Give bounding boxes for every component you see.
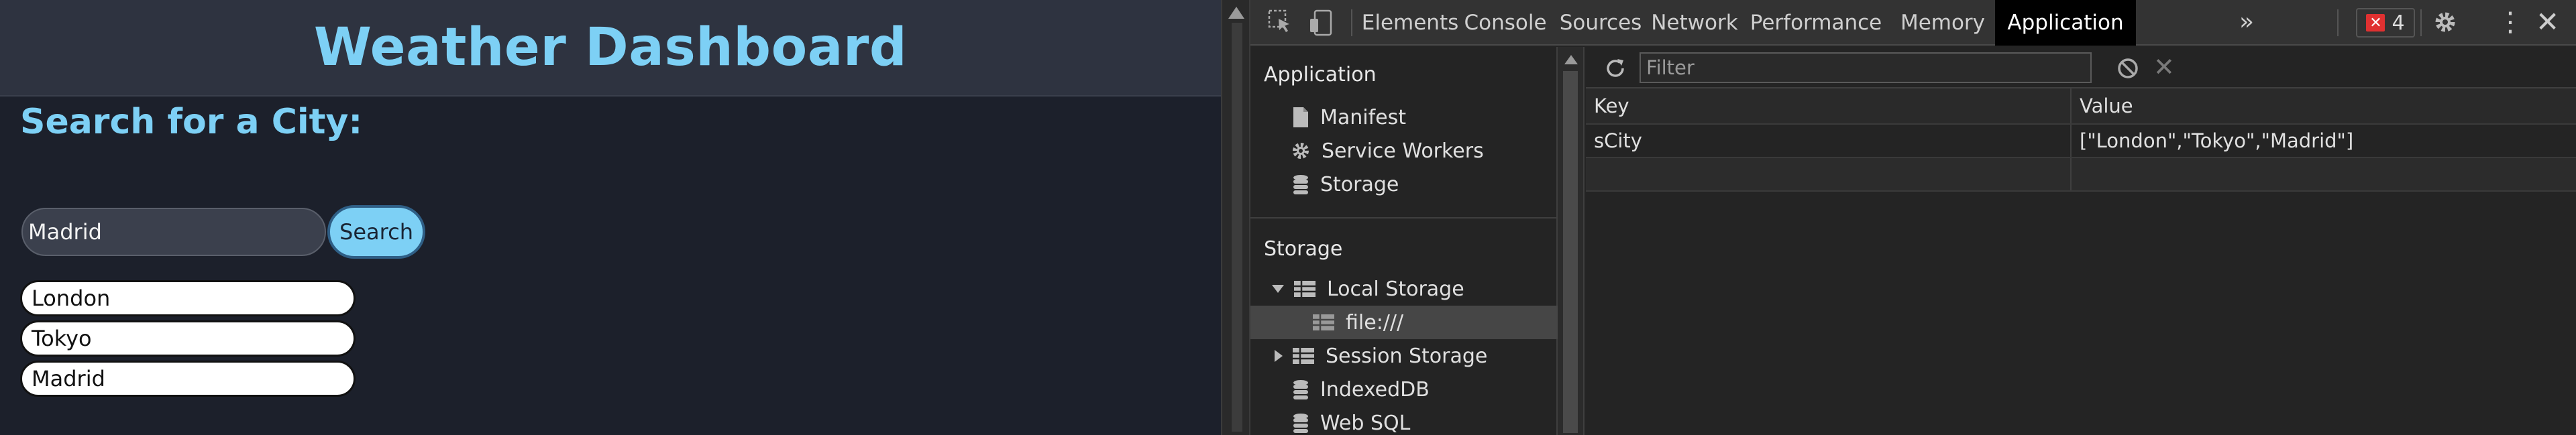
document-icon <box>1293 107 1308 127</box>
selected-row-highlight <box>1250 306 1558 339</box>
sidebar-item-label: Web SQL <box>1320 411 1411 435</box>
devtools-panel: Elements Console Sources Network Perform… <box>1250 0 2576 435</box>
error-icon: ✕ <box>2366 14 2385 32</box>
delete-selected-icon[interactable]: ✕ <box>2153 52 2175 82</box>
city-history-button[interactable]: London <box>20 280 356 316</box>
tab-elements[interactable]: Elements <box>1362 0 1459 46</box>
scroll-up-arrow-icon[interactable] <box>1228 7 1244 19</box>
sidebar-divider <box>1250 217 1558 219</box>
search-heading: Search for a City: <box>20 102 363 142</box>
sidebar-item-label: file:/// <box>1346 310 1404 334</box>
tab-performance[interactable]: Performance <box>1741 0 1890 46</box>
table-cell-value[interactable]: ["London","Tokyo","Madrid"] <box>2070 125 2576 157</box>
sidebar-item-websql[interactable]: Web SQL <box>1292 406 1410 435</box>
sidebar-section-storage: Storage <box>1264 237 1343 261</box>
table-cell-key[interactable] <box>1586 158 2070 190</box>
page-title: Weather Dashboard <box>313 17 908 78</box>
sidebar-item-indexeddb[interactable]: IndexedDB <box>1292 373 1430 406</box>
toolbar-divider <box>2337 9 2339 36</box>
column-header-value[interactable]: Value <box>2070 88 2576 123</box>
sidebar-item-label: Storage <box>1320 172 1399 196</box>
tab-network[interactable]: Network <box>1648 0 1741 46</box>
devtools-tabbar: Elements Console Sources Network Perform… <box>1250 0 2576 46</box>
sidebar-item-label: Session Storage <box>1326 344 1488 368</box>
inspect-element-icon[interactable] <box>1268 9 1292 34</box>
database-icon <box>1293 414 1308 433</box>
tab-console[interactable]: Console <box>1458 0 1552 46</box>
city-history-button[interactable]: Madrid <box>20 361 356 397</box>
tab-application[interactable]: Application <box>1995 0 2136 46</box>
settings-gear-icon[interactable] <box>2432 9 2458 35</box>
city-search-input[interactable]: Madrid <box>21 208 326 256</box>
more-tabs-icon[interactable]: » <box>2239 8 2254 36</box>
grid-table-icon <box>1294 281 1316 297</box>
error-count: 4 <box>2392 11 2405 35</box>
table-header-row: Key Value <box>1586 88 2576 125</box>
city-history-list: London Tokyo Madrid <box>20 280 356 401</box>
sidebar-item-storage[interactable]: Storage <box>1292 168 1399 201</box>
weather-app: Weather Dashboard Search for a City: Mad… <box>0 0 1221 435</box>
sidebar-item-label: Local Storage <box>1327 277 1464 301</box>
close-devtools-icon[interactable]: ✕ <box>2536 5 2559 38</box>
gear-icon <box>1293 143 1309 159</box>
search-button[interactable]: Search <box>327 205 425 259</box>
storage-toolbar: Filter ✕ <box>1586 47 2576 88</box>
sidebar-item-local-storage-file[interactable]: file:/// <box>1312 306 1403 339</box>
sidebar-scrollbar[interactable] <box>1558 47 1585 435</box>
sidebar-section-application: Application <box>1264 63 1377 86</box>
sidebar-item-session-storage[interactable]: Session Storage <box>1275 339 1487 373</box>
application-sidebar: Application Manifest Service Workers Sto… <box>1250 47 1558 435</box>
sidebar-item-manifest[interactable]: Manifest <box>1292 101 1406 134</box>
sidebar-item-label: Service Workers <box>1322 139 1484 163</box>
table-cell-key[interactable]: sCity <box>1586 125 2070 157</box>
tab-memory[interactable]: Memory <box>1890 0 1995 46</box>
sidebar-item-label: IndexedDB <box>1320 377 1430 401</box>
scrollbar-track[interactable] <box>1232 23 1242 432</box>
table-row[interactable]: sCity ["London","Tokyo","Madrid"] <box>1586 125 2576 158</box>
toolbar-divider <box>2420 9 2422 36</box>
storage-table: Key Value sCity ["London","Tokyo","Madri… <box>1586 88 2576 192</box>
more-options-icon[interactable]: ⋮ <box>2497 7 2524 38</box>
clear-all-icon[interactable] <box>2116 56 2140 80</box>
device-toolbar-icon[interactable] <box>1309 9 1334 36</box>
expand-arrow-icon[interactable] <box>1272 285 1284 293</box>
error-count-badge[interactable]: ✕ 4 <box>2356 8 2415 38</box>
scrollbar-thumb[interactable] <box>1563 71 1578 433</box>
app-header: Weather Dashboard <box>0 0 1221 97</box>
sidebar-item-label: Manifest <box>1320 105 1407 129</box>
sidebar-item-service-workers[interactable]: Service Workers <box>1291 134 1484 168</box>
table-row-empty[interactable] <box>1586 158 2576 192</box>
column-header-key[interactable]: Key <box>1586 88 2070 123</box>
filter-input[interactable]: Filter <box>1640 52 2092 83</box>
collapse-arrow-icon[interactable] <box>1275 350 1283 362</box>
scroll-up-arrow-icon[interactable] <box>1564 55 1578 64</box>
sidebar-item-local-storage[interactable]: Local Storage <box>1272 272 1464 306</box>
grid-table-icon <box>1293 348 1314 364</box>
storage-view: Filter ✕ Key Value sCity ["London","Toky… <box>1586 47 2576 435</box>
page-scrollbar[interactable] <box>1221 0 1250 435</box>
table-cell-value[interactable] <box>2070 158 2576 190</box>
database-icon <box>1293 380 1308 399</box>
tab-sources[interactable]: Sources <box>1554 0 1648 46</box>
city-history-button[interactable]: Tokyo <box>20 320 356 357</box>
toolbar-divider <box>1351 9 1352 36</box>
database-icon <box>1293 175 1308 194</box>
refresh-icon[interactable] <box>1603 56 1627 80</box>
grid-table-icon <box>1313 314 1334 330</box>
